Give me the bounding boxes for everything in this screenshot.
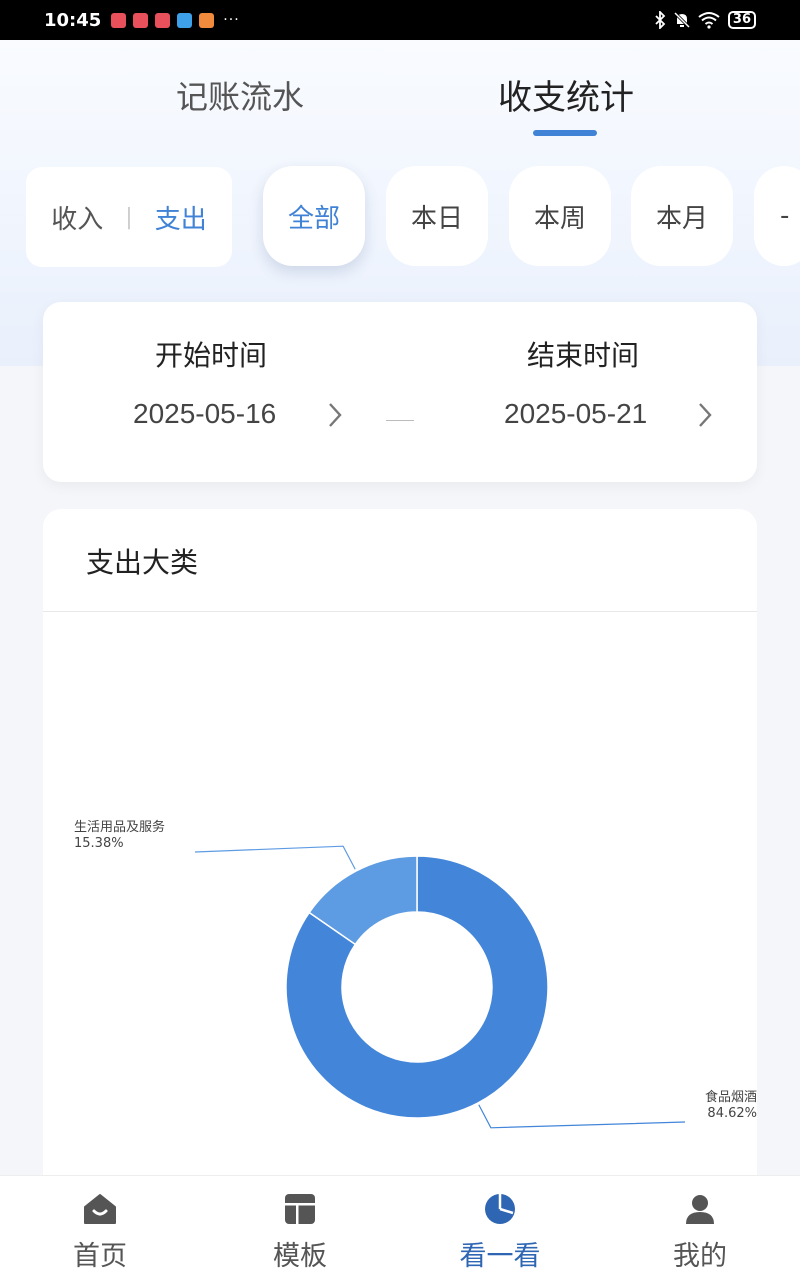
period-day-button[interactable]: 本日 <box>386 166 488 266</box>
notification-app-icon <box>133 12 149 28</box>
date-range-card: 开始时间 结束时间 2025-05-16 2025-05-21 <box>43 302 757 482</box>
pie-chart-icon <box>485 1194 515 1224</box>
bottom-nav: 首页 模板 看一看 我的 <box>0 1175 800 1280</box>
tab-stats[interactable]: 收支统计 <box>498 70 634 119</box>
template-icon <box>285 1194 315 1224</box>
period-more-button[interactable]: - <box>754 166 800 266</box>
period-month-button[interactable]: 本月 <box>631 166 733 266</box>
user-icon <box>686 1195 714 1224</box>
more-notifications-indicator: ··· <box>223 12 240 28</box>
notification-app-icon <box>199 12 215 28</box>
period-all-button[interactable]: 全部 <box>263 166 365 266</box>
bluetooth-icon <box>655 11 666 29</box>
home-icon <box>84 1194 116 1224</box>
nav-template-label: 模板 <box>273 1241 327 1272</box>
chevron-right-icon[interactable] <box>327 401 343 429</box>
nav-mine-label: 我的 <box>673 1241 727 1272</box>
end-time-label: 结束时间 <box>527 339 640 372</box>
wifi-icon <box>698 12 720 29</box>
expense-category-card: 支出大类 食品烟酒 84.62% 生活用品及服务 15.38% <box>43 509 757 1189</box>
status-time: 10:45 <box>44 9 102 31</box>
slice-percent-label: 15.38% <box>74 836 124 851</box>
leader-line <box>478 1104 686 1129</box>
status-right: 36 <box>654 11 756 29</box>
slice-name-label: 食品烟酒 <box>705 1089 757 1105</box>
chevron-right-icon[interactable] <box>697 401 713 429</box>
start-time-label: 开始时间 <box>155 339 268 372</box>
start-date-value[interactable]: 2025-05-16 <box>133 398 276 430</box>
notification-app-icon <box>177 12 193 28</box>
battery-indicator: 36 <box>727 11 756 29</box>
mute-bell-icon <box>673 11 690 29</box>
income-expense-toggle: 收入 | 支出 <box>26 167 232 267</box>
slice-percent-label: 84.62% <box>707 1106 757 1121</box>
end-date-value[interactable]: 2025-05-21 <box>504 398 647 430</box>
active-tab-indicator <box>533 130 597 136</box>
date-range-dash <box>386 420 414 421</box>
income-option[interactable]: 收入 <box>51 199 103 236</box>
donut-chart: 食品烟酒84.62% 生活用品及服务15.38% <box>74 819 757 1129</box>
status-bar: 10:45 ··· 36 <box>0 0 800 40</box>
leader-line <box>194 845 356 870</box>
nav-template[interactable]: 模板 <box>200 1176 400 1280</box>
notification-app-icon <box>155 12 171 28</box>
tab-ledger[interactable]: 记账流水 <box>176 72 304 118</box>
period-week-button[interactable]: 本周 <box>509 166 611 266</box>
slice-name-label: 生活用品及服务 <box>74 819 165 835</box>
expense-option[interactable]: 支出 <box>155 199 207 236</box>
nav-home[interactable]: 首页 <box>0 1176 200 1280</box>
nav-view-label: 看一看 <box>459 1241 541 1272</box>
notification-app-icon <box>111 12 127 28</box>
nav-mine[interactable]: 我的 <box>600 1176 800 1280</box>
nav-home-label: 首页 <box>73 1241 127 1272</box>
toggle-separator: | <box>125 204 133 230</box>
nav-view[interactable]: 看一看 <box>400 1176 600 1280</box>
